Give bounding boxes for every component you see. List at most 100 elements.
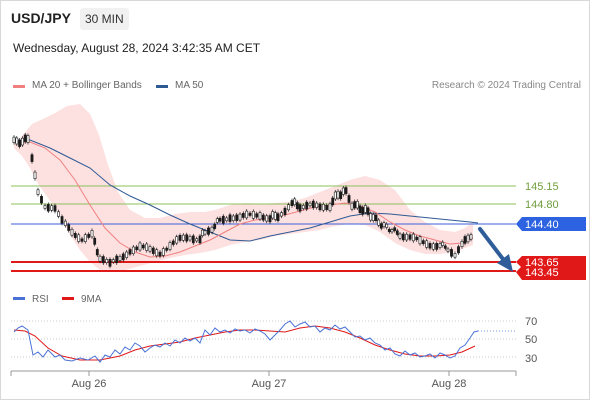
candle-body	[185, 234, 189, 242]
candle-body	[80, 238, 84, 242]
candle-body	[353, 201, 357, 209]
candle-body	[128, 249, 132, 255]
candle-body	[57, 211, 60, 217]
candle-body	[53, 205, 57, 212]
candle-body	[138, 242, 142, 251]
pivot-label-tag: 144.40	[516, 217, 586, 231]
candle-body	[379, 223, 383, 229]
candle-body	[453, 253, 457, 258]
candle-body	[268, 215, 272, 223]
candle-body	[457, 246, 460, 254]
candle-body	[238, 213, 242, 221]
x-label-aug27: Aug 27	[252, 378, 287, 390]
candle-body	[248, 212, 252, 216]
candle-body	[366, 207, 370, 215]
rsi-tick-70: 70	[525, 316, 537, 328]
candle-body	[273, 212, 277, 220]
rsi-ma-legend-swatch	[62, 297, 74, 300]
candle-body	[15, 137, 19, 145]
rsi-tick-30: 30	[525, 353, 537, 365]
candle-body	[231, 215, 235, 221]
candle-body	[418, 236, 422, 245]
candle-body	[358, 205, 362, 214]
candle-body	[33, 171, 37, 180]
candle-body	[135, 246, 139, 251]
candle-body	[155, 249, 159, 257]
candle-body	[175, 236, 179, 244]
candle-body	[333, 191, 337, 200]
candle-body	[463, 236, 467, 244]
price-chart: 145.15 144.80 144.40 143.65 143.45 RSI 9…	[10, 104, 586, 390]
candle-body	[431, 243, 435, 250]
rsi-legend-label: RSI	[32, 294, 49, 305]
candle-body	[261, 214, 265, 221]
candle-body	[385, 223, 389, 228]
candle-body	[411, 233, 415, 242]
candle-body	[98, 255, 102, 262]
candle-body	[101, 256, 105, 264]
candle-body	[50, 205, 54, 211]
candle-body	[30, 154, 34, 162]
candle-body	[218, 217, 222, 222]
candle-body	[70, 229, 74, 236]
candle-body	[398, 233, 402, 239]
candle-body	[393, 227, 397, 231]
candle-body	[325, 205, 329, 211]
candle-body	[125, 251, 129, 258]
rsi-ma-line	[13, 325, 476, 361]
candle-body	[178, 235, 182, 241]
candle-body	[105, 258, 109, 263]
candle-body	[293, 198, 297, 205]
support-label-2: 143.45	[525, 267, 559, 279]
x-label-aug26: Aug 26	[72, 378, 107, 390]
candle-body	[321, 204, 325, 211]
candle-body	[308, 202, 312, 207]
candle-body	[12, 136, 16, 143]
candle-body	[161, 248, 165, 256]
candle-body	[339, 191, 343, 199]
resistance-label-1: 145.15	[525, 181, 559, 193]
candle-body	[446, 248, 450, 252]
candle-body	[118, 255, 122, 261]
candle-body	[425, 240, 429, 248]
resistance-label-2: 144.80	[525, 199, 559, 211]
candle-body	[315, 202, 319, 208]
candle-body	[435, 243, 439, 250]
candle-body	[73, 233, 77, 238]
candle-body	[241, 213, 245, 218]
candle-body	[369, 213, 373, 221]
candle-body	[290, 200, 294, 206]
candle-body	[363, 205, 367, 213]
candle-body	[198, 235, 202, 244]
candle-body	[131, 246, 135, 254]
rsi-tick-50: 50	[525, 334, 537, 346]
candle-body	[341, 187, 345, 195]
candle-body	[371, 214, 375, 221]
pivot-label: 144.40	[525, 219, 559, 231]
candle-body	[469, 234, 473, 240]
candle-body	[40, 196, 43, 204]
candle-body	[158, 251, 162, 257]
candle-body	[171, 240, 175, 245]
candle-body	[305, 201, 309, 210]
bollinger-band	[14, 104, 473, 272]
candle-body	[188, 236, 192, 241]
candle-body	[318, 203, 322, 211]
candle-body	[145, 243, 149, 251]
candle-body	[415, 236, 419, 241]
candle-body	[405, 233, 409, 241]
candle-body	[115, 255, 119, 264]
candle-body	[151, 247, 155, 254]
candle-body	[23, 134, 27, 143]
candle-body	[67, 224, 71, 231]
candle-body	[225, 217, 229, 222]
candle-body	[207, 227, 210, 235]
candle-body	[245, 210, 249, 219]
candle-body	[43, 205, 47, 209]
candle-body	[331, 197, 335, 206]
candle-body	[141, 244, 145, 249]
candle-body	[298, 204, 302, 212]
candle-body	[235, 214, 239, 221]
candle-body	[428, 243, 432, 249]
candle-body	[301, 205, 305, 209]
